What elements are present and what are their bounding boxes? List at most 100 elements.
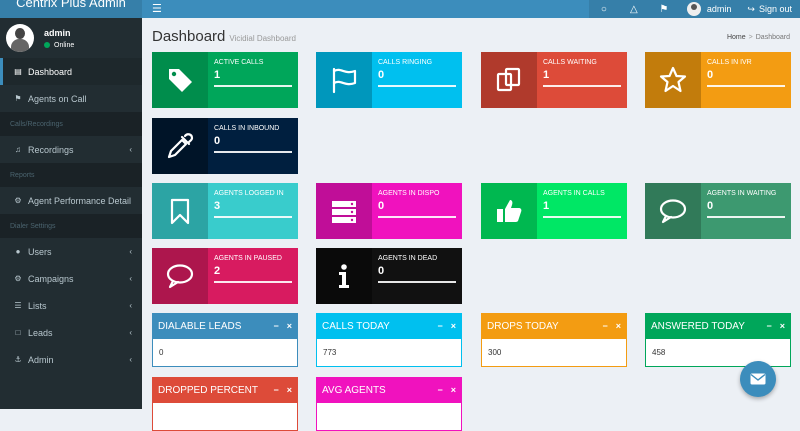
panel-value: 300 <box>481 339 627 367</box>
progress-bar <box>707 216 785 218</box>
bookmark-icon <box>152 183 208 239</box>
sidebar-item-users[interactable]: ● Users ‹ <box>0 238 142 265</box>
minimize-icon[interactable]: − <box>273 385 278 395</box>
chevron-left-icon: ‹ <box>129 355 132 364</box>
panel-title: DROPPED PERCENT <box>158 384 259 396</box>
sidebar-item-label: Admin <box>28 354 54 365</box>
gear-icon: ⚙ <box>14 196 22 205</box>
panel-title: CALLS TODAY <box>322 320 390 332</box>
sidebar-item-recordings[interactable]: ♫ Recordings ‹ <box>0 136 142 163</box>
progress-bar <box>214 216 292 218</box>
sidebar-item-label: Campaigns <box>28 273 74 284</box>
info-box-calls-in-inbound: CALLS IN INBOUND 0 <box>152 118 298 174</box>
user-menu[interactable]: admin <box>678 0 740 18</box>
progress-bar <box>378 281 456 283</box>
page-title-text: Dashboard <box>152 28 226 45</box>
close-icon[interactable]: × <box>287 385 292 395</box>
minimize-icon[interactable]: − <box>437 321 442 331</box>
chevron-left-icon: ‹ <box>129 274 132 283</box>
close-icon[interactable]: × <box>451 385 456 395</box>
panel-answered-today: ANSWERED TODAY − × 458 <box>645 313 791 367</box>
info-box-value: 1 <box>214 69 221 81</box>
progress-bar <box>543 85 621 87</box>
breadcrumb-home[interactable]: Home <box>727 34 746 41</box>
panel-calls-today: CALLS TODAY − × 773 <box>316 313 462 367</box>
info-box-label: CALLS RINGING <box>378 59 433 66</box>
info-box-label: AGENTS IN DEAD <box>378 255 438 262</box>
info-box-calls-ringing: CALLS RINGING 0 <box>316 52 462 108</box>
file-icon: □ <box>15 328 21 337</box>
info-box-label: CALLS IN INBOUND <box>214 125 280 132</box>
sidebar-item-campaigns[interactable]: ⚙ Campaigns ‹ <box>0 265 142 292</box>
info-box-value: 1 <box>543 69 550 81</box>
info-box-label: AGENTS IN WAITING <box>707 190 777 197</box>
info-box-agents-in-paused: AGENTS IN PAUSED 2 <box>152 248 298 304</box>
progress-bar <box>214 281 292 283</box>
minimize-icon[interactable]: − <box>437 385 442 395</box>
user-menu-name: admin <box>706 4 732 14</box>
notifications-bell-icon[interactable]: △ <box>618 0 649 18</box>
avatar <box>6 24 34 52</box>
progress-bar <box>214 151 292 153</box>
info-box-value: 1 <box>543 200 550 212</box>
info-box-value: 3 <box>214 200 221 212</box>
sidebar-item-label: Agents on Call <box>28 93 87 104</box>
chat-button[interactable] <box>740 361 776 397</box>
messages-icon[interactable]: ○ <box>588 0 619 18</box>
anchor-icon: ⚓ <box>14 355 22 364</box>
menu-toggle-icon[interactable]: ☰ <box>152 0 162 18</box>
sign-out-label: Sign out <box>758 4 792 14</box>
tasks-flag-icon[interactable]: ⚑ <box>648 0 679 18</box>
info-box-value: 0 <box>707 200 714 212</box>
info-box-label: AGENTS IN PAUSED <box>214 255 282 262</box>
progress-bar <box>707 85 785 87</box>
sidebar-item-label: Dashboard <box>28 66 73 77</box>
minimize-icon[interactable]: − <box>602 321 607 331</box>
navbar-right: ○ △ ⚑ admin ↪ Sign out <box>588 0 800 18</box>
panel-title: ANSWERED TODAY <box>651 320 745 332</box>
panel-drops-today: DROPS TODAY − × 300 <box>481 313 627 367</box>
chevron-left-icon: ‹ <box>129 247 132 256</box>
sidebar-item-label: Recordings <box>28 144 74 155</box>
progress-bar <box>378 216 456 218</box>
sidebar-item-agents-on-call[interactable]: ⚑ Agents on Call <box>0 85 142 112</box>
tag-icon <box>152 52 208 108</box>
dashboard-icon: ▤ <box>14 67 22 76</box>
flag-icon <box>316 52 372 108</box>
close-icon[interactable]: × <box>287 321 292 331</box>
user-name: admin <box>44 27 71 38</box>
panel-dialable-leads: DIALABLE LEADS − × 0 <box>152 313 298 367</box>
envelope-icon <box>750 373 766 385</box>
sign-out-icon: ↪ <box>747 3 755 14</box>
close-icon[interactable]: × <box>616 321 621 331</box>
info-icon <box>316 248 372 304</box>
panel-value <box>316 403 462 431</box>
minimize-icon[interactable]: − <box>273 321 278 331</box>
info-box-calls-waiting: CALLS WAITING 1 <box>481 52 627 108</box>
progress-bar <box>543 216 621 218</box>
brand-logo[interactable]: Centrix Plus Admin <box>0 0 142 18</box>
flag-icon: ⚑ <box>14 94 22 103</box>
close-icon[interactable]: × <box>451 321 456 331</box>
minimize-icon[interactable]: − <box>766 321 771 331</box>
sidebar-item-admin[interactable]: ⚓ Admin ‹ <box>0 346 142 373</box>
online-dot-icon <box>44 42 50 48</box>
sidebar: admin Online ▤ Dashboard ⚑ Agents on Call … <box>0 18 142 409</box>
sidebar-item-leads[interactable]: □ Leads ‹ <box>0 319 142 346</box>
panel-value <box>152 403 298 431</box>
info-box-agents-in-calls: AGENTS IN CALLS 1 <box>481 183 627 239</box>
sidebar-item-label: Users <box>28 246 52 257</box>
sidebar-item-dashboard[interactable]: ▤ Dashboard <box>0 58 142 85</box>
info-box-value: 0 <box>214 135 221 147</box>
sidebar-header-dialer-settings: Dialer Settings <box>0 214 142 238</box>
sidebar-item-lists[interactable]: ☰ Lists ‹ <box>0 292 142 319</box>
panel-avg-agents: AVG AGENTS − × <box>316 377 462 431</box>
info-box-label: AGENTS IN DISPO <box>378 190 440 197</box>
close-icon[interactable]: × <box>780 321 785 331</box>
info-box-active-calls: ACTIVE CALLS 1 <box>152 52 298 108</box>
sign-out-button[interactable]: ↪ Sign out <box>739 0 800 18</box>
sidebar-header-reports: Reports <box>0 163 142 187</box>
info-box-value: 0 <box>707 69 714 81</box>
chevron-left-icon: ‹ <box>129 301 132 310</box>
sidebar-item-agent-performance[interactable]: ⚙ Agent Performance Detail <box>0 187 142 214</box>
